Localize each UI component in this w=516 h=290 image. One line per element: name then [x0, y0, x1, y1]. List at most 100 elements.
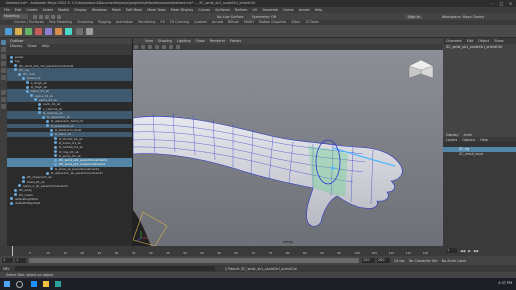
rotate-tool-icon[interactable]: [1, 68, 6, 73]
layer-item[interactable]: ZC_mesh_layer: [443, 152, 516, 157]
time-tick: 15: [63, 251, 67, 255]
outliner-panel: Outliner Display Show Help persp top ZC_wris…: [7, 38, 133, 246]
tool-box: [0, 38, 7, 246]
joint-icon: [18, 184, 21, 188]
move-tool-icon[interactable]: [1, 61, 6, 66]
taskbar-app-icon[interactable]: [55, 281, 61, 287]
layer-menu-item-1[interactable]: Options: [462, 138, 475, 142]
command-result: // Result: ZC_wrist_sk1_scaleCtrl_orient…: [225, 266, 298, 271]
start-frame-field[interactable]: 1: [2, 258, 13, 263]
playback-end-field[interactable]: 120: [362, 258, 375, 263]
smooth-shade-icon[interactable]: [148, 45, 153, 49]
joint-icon: [54, 145, 57, 149]
select-tool-icon[interactable]: [1, 40, 6, 45]
isolate-icon[interactable]: [169, 45, 174, 49]
layer-menu-item-0[interactable]: Layers: [446, 138, 457, 142]
time-tick: 10: [46, 251, 50, 255]
taskbar-app-icon[interactable]: [43, 281, 49, 287]
play-back-icon[interactable]: ◀◀: [460, 249, 465, 253]
layer-tab-0[interactable]: Display: [446, 133, 459, 137]
workspace-label[interactable]: Workspace: Maya Classic: [442, 15, 485, 19]
viewport-persp[interactable]: persp: [133, 50, 443, 246]
shelf-tool-icon[interactable]: [65, 28, 73, 35]
taskbar-clock[interactable]: 4:37 PM: [498, 281, 512, 285]
time-tick: 85: [303, 251, 307, 255]
joint-icon: [10, 197, 13, 201]
joint-icon: [14, 188, 17, 192]
channel-tab-2[interactable]: Object: [478, 39, 489, 43]
time-slider[interactable]: 5 10 15 20 25 30 35 40 45 50 55 60 65 70 75 80 85 90 95 100…: [0, 246, 516, 256]
outliner-menu-item-0[interactable]: Display: [10, 44, 23, 49]
camera-icon[interactable]: [134, 45, 138, 49]
channel-tab-1[interactable]: Edit: [467, 39, 474, 43]
channel-tab-0[interactable]: Channels: [446, 39, 462, 43]
taskbar-app-icon[interactable]: [31, 281, 37, 287]
range-bar[interactable]: [29, 258, 359, 263]
joint-icon: [10, 55, 13, 59]
shelf-tool-icon[interactable]: [85, 28, 93, 35]
time-tick: 25: [97, 251, 102, 255]
shelf-tool-icon[interactable]: [55, 28, 63, 35]
joint-icon: [26, 85, 29, 89]
shelf-tool-icon[interactable]: [25, 28, 33, 35]
outliner-menu-item-1[interactable]: Show: [28, 44, 37, 49]
taskbar-search-icon[interactable]: [16, 280, 23, 288]
shelf-tool-icon[interactable]: [15, 28, 23, 35]
joint-icon: [38, 102, 41, 106]
shelf-tool-icon[interactable]: [5, 28, 12, 35]
time-tick: 95: [337, 251, 341, 255]
maximize-icon[interactable]: □: [498, 0, 505, 7]
shelf-tool-icon[interactable]: [45, 28, 53, 35]
no-live-surface[interactable]: No Live Surface: [217, 15, 244, 19]
fps-select[interactable]: 24 fps: [394, 259, 405, 263]
mode-select[interactable]: Modeling: [3, 14, 28, 19]
outliner-item[interactable]: defaultObjectSet: [7, 201, 132, 205]
shelf-tool-icon[interactable]: [75, 28, 83, 35]
time-tick: 55: [200, 251, 204, 255]
anim-layer-select[interactable]: No Anim Layer: [442, 259, 467, 263]
windows-start-icon[interactable]: [4, 281, 10, 287]
layout-single-icon[interactable]: [1, 90, 6, 95]
joint-icon: [50, 132, 53, 136]
close-icon[interactable]: ×: [507, 0, 514, 7]
textured-icon[interactable]: [155, 45, 160, 49]
layer-editor: Display Anim Layers Options Help ZC_rig ZC_m…: [443, 132, 516, 246]
channel-tab-3[interactable]: Show: [494, 39, 503, 43]
layout-outliner-icon[interactable]: [1, 104, 6, 109]
new-scene-icon[interactable]: [33, 14, 37, 19]
sign-in-button[interactable]: Sign In: [406, 14, 422, 19]
paint-select-icon[interactable]: [1, 54, 6, 59]
symmetry-status[interactable]: Symmetry: Off: [252, 15, 277, 19]
character-set-select[interactable]: No Character Set: [409, 259, 438, 263]
joint-icon: [22, 76, 25, 80]
play-end-icon[interactable]: ▶▶: [474, 249, 479, 253]
command-language[interactable]: MEL: [3, 267, 15, 271]
lights-icon[interactable]: [162, 45, 167, 49]
time-tick: 45: [166, 251, 170, 255]
layer-list[interactable]: ZC_rig ZC_mesh_layer: [443, 147, 516, 157]
redo-icon[interactable]: [57, 14, 61, 19]
current-frame-marker[interactable]: [12, 246, 13, 256]
outliner-list[interactable]: persp top ZC_wrist_sk1_ctrl_parentConstrai…: [7, 55, 132, 205]
scale-tool-icon[interactable]: [1, 75, 6, 80]
undo-icon[interactable]: [51, 14, 55, 19]
layout-four-icon[interactable]: [1, 97, 6, 102]
playback-start-field[interactable]: 1: [15, 258, 26, 263]
joint-icon: [34, 98, 37, 102]
command-input[interactable]: [15, 266, 215, 271]
save-scene-icon[interactable]: [45, 14, 49, 19]
shelf-tool-icon[interactable]: [35, 28, 43, 35]
end-frame-field[interactable]: 200: [377, 258, 390, 263]
layer-menu-item-2[interactable]: Help: [480, 138, 488, 142]
open-scene-icon[interactable]: [39, 14, 43, 19]
wireframe-icon[interactable]: [141, 45, 146, 49]
frame-current-field[interactable]: 1: [446, 248, 457, 253]
xray-icon[interactable]: [176, 45, 181, 49]
lasso-tool-icon[interactable]: [1, 47, 6, 52]
time-tick: 110: [388, 251, 394, 255]
play-icon[interactable]: ▶: [468, 249, 471, 253]
os-taskbar: 4:37 PM: [0, 278, 516, 290]
layer-tab-1[interactable]: Anim: [464, 133, 473, 137]
minimize-icon[interactable]: –: [489, 0, 496, 7]
outliner-menu-item-2[interactable]: Help: [42, 44, 50, 49]
